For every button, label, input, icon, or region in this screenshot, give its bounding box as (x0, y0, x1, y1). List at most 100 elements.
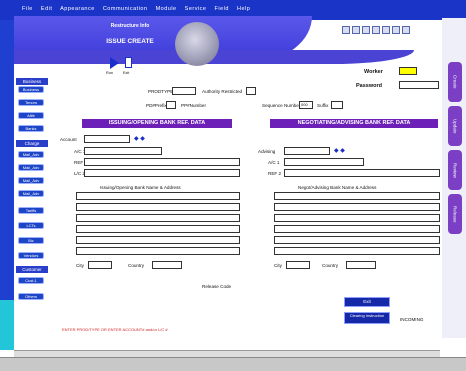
menu-help[interactable]: Help (237, 6, 250, 12)
prefix-input[interactable] (166, 101, 176, 109)
password-label: Password (356, 83, 382, 89)
tab-release[interactable]: Release (448, 194, 462, 234)
menu-field[interactable]: Field (215, 6, 229, 12)
suffix-input[interactable] (331, 101, 343, 109)
horizontal-scrollbar[interactable] (14, 350, 440, 357)
issuing-country-label: Country (128, 263, 145, 268)
paste-icon[interactable] (392, 26, 400, 34)
issuing-ref-label: REF (74, 160, 84, 165)
issuing-ref-input[interactable] (84, 158, 240, 166)
issuing-arrows-icon[interactable]: ◆ ◆ (134, 135, 145, 142)
negotiating-city-input[interactable] (286, 261, 310, 269)
sidebar-item[interactable]: LCTs (18, 222, 44, 229)
sidebar-item[interactable]: Tenors (18, 99, 44, 106)
tab-update[interactable]: Update (448, 106, 462, 146)
menu-service[interactable]: Service (185, 6, 207, 12)
print-icon[interactable] (372, 26, 380, 34)
issuing-ac-input[interactable] (84, 147, 162, 155)
worker-input[interactable] (399, 67, 417, 75)
sidebar-item[interactable]: Mail_Adv (18, 177, 44, 184)
status-indicator: INCOMING (400, 317, 424, 322)
advising-arrows-icon[interactable]: ◆ ◆ (334, 147, 345, 154)
password-input[interactable] (399, 81, 439, 89)
prefix-label: PD#Prefix (146, 103, 167, 108)
play-icon[interactable] (110, 57, 119, 69)
sidebar-item[interactable]: Biz (18, 237, 44, 244)
status-bar (0, 357, 466, 371)
new-icon[interactable] (342, 26, 350, 34)
negotiating-address-line[interactable] (274, 247, 440, 255)
sidebar-heading-customer: Customer (16, 266, 48, 273)
issuing-address-line[interactable] (76, 214, 240, 222)
sidebar-item[interactable]: Vendors (18, 252, 44, 259)
negotiating-section-header: NEGOTIATING/ADVISING BANK REF. DATA (270, 119, 438, 128)
sidebar-item[interactable]: Mail_Adv (18, 151, 44, 158)
issuing-address-line[interactable] (76, 247, 240, 255)
issuing-address-line[interactable] (76, 236, 240, 244)
sidebar-item[interactable]: Tariffs (18, 207, 44, 214)
worker-label: Worker (364, 69, 383, 75)
sequence-input[interactable]: 000 (299, 101, 313, 109)
negotiating-country-input[interactable] (346, 261, 376, 269)
sidebar-item[interactable]: Mail_Adv (18, 164, 44, 171)
sidebar-heading-business: Business (16, 78, 48, 85)
issuing-city-input[interactable] (88, 261, 112, 269)
issuing-lc-input[interactable] (84, 169, 240, 177)
copy-icon[interactable] (382, 26, 390, 34)
sidebar-item[interactable]: Business (18, 86, 44, 93)
issuing-country-input[interactable] (152, 261, 182, 269)
help-icon[interactable] (402, 26, 410, 34)
suffix-label: Suffix (317, 103, 329, 108)
sidebar-item[interactable]: Others (18, 293, 44, 300)
issuing-block-label: Issuing/Opening Bank Name & Address (100, 185, 181, 190)
warning-text: ENTER PROD/TYPE OR ENTER ACCOUNT# and/or… (62, 327, 168, 332)
sidebar-item[interactable]: Cust.1 (18, 277, 44, 284)
negotiating-ref-label: REF 2 (268, 171, 282, 176)
sequence-label: Sequence Number (262, 103, 301, 108)
menu-communication[interactable]: Communication (103, 6, 148, 12)
advising-input[interactable] (284, 147, 330, 155)
doc-label: Exit (123, 71, 130, 75)
negotiating-city-label: City (274, 263, 282, 268)
issuing-address-line[interactable] (76, 203, 240, 211)
document-icon[interactable] (125, 57, 132, 68)
play-label: Run (106, 71, 113, 75)
sidebar-item[interactable]: Banks (18, 125, 44, 132)
negotiating-address-line[interactable] (274, 236, 440, 244)
issuing-address-line[interactable] (76, 225, 240, 233)
negotiating-address-line[interactable] (274, 225, 440, 233)
tab-review[interactable]: Review (448, 150, 462, 190)
open-icon[interactable] (352, 26, 360, 34)
menu-appearance[interactable]: Appearance (60, 6, 95, 12)
release-code-label: Release Code (202, 284, 232, 289)
negotiating-ref-input[interactable] (284, 169, 440, 177)
header-subtitle: Restructure Info (110, 23, 150, 29)
issuing-city-label: City (76, 263, 84, 268)
sidebar-item[interactable]: Alife (18, 112, 44, 119)
issuing-account-label: Account (60, 137, 77, 142)
tab-create[interactable]: Create (448, 62, 462, 102)
save-icon[interactable] (362, 26, 370, 34)
exit-button[interactable]: Exit (344, 297, 390, 307)
toolbar (342, 26, 432, 36)
negotiating-ac-input[interactable] (284, 158, 364, 166)
negotiating-block-label: Negot/Advising Bank Name & Address (298, 185, 377, 190)
ppnumber-label: PP#Number (181, 103, 207, 108)
logo-emblem (175, 22, 219, 66)
menu-edit[interactable]: Edit (41, 6, 52, 12)
sidebar-heading-charge: Charge (16, 140, 48, 147)
negotiating-address-line[interactable] (274, 192, 440, 200)
issuing-account-input[interactable] (84, 135, 130, 143)
prodtype-input[interactable] (172, 87, 196, 95)
menu-file[interactable]: File (22, 6, 33, 12)
authority-label: Authority Restricted (202, 89, 243, 94)
clearing-instruction-button[interactable]: Clearing Instruction (344, 312, 390, 324)
menu-module[interactable]: Module (156, 6, 177, 12)
negotiating-address-line[interactable] (274, 214, 440, 222)
advising-label: Advising (258, 149, 276, 154)
issuing-address-line[interactable] (76, 192, 240, 200)
left-strip-accent (0, 300, 14, 350)
sidebar-item[interactable]: Mail_Adv (18, 190, 44, 197)
authority-select[interactable] (246, 87, 256, 95)
negotiating-address-line[interactable] (274, 203, 440, 211)
